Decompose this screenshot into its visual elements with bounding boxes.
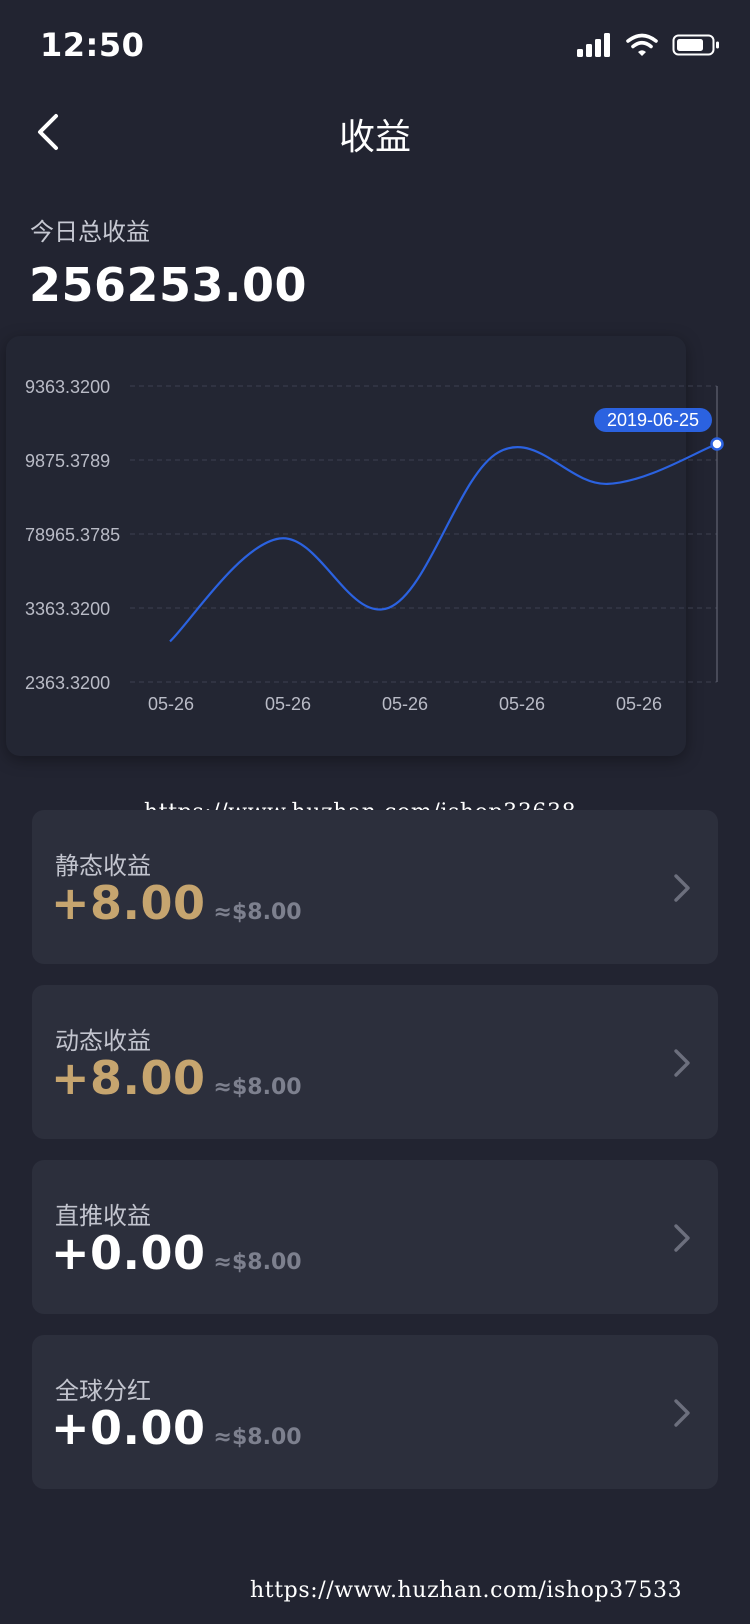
income-line-chart: 9363.3200 9875.3789 78965.3785 3363.3200 236… — [25, 377, 724, 714]
chart-point — [710, 437, 724, 451]
income-approx-usd: ≈$8.00 — [213, 1250, 302, 1275]
income-approx-usd: ≈$8.00 — [213, 1425, 302, 1450]
income-amount: +8.00 — [51, 1051, 206, 1105]
chart-x-tick-label: 05-26 — [265, 694, 311, 714]
income-approx-usd: ≈$8.00 — [213, 1075, 302, 1100]
income-value-row: +0.00 ≈$8.00 — [51, 1226, 302, 1280]
income-amount: +0.00 — [51, 1401, 206, 1455]
chevron-right-icon — [674, 1049, 690, 1077]
income-card-dynamic[interactable]: 动态收益 +8.00 ≈$8.00 — [32, 985, 718, 1139]
income-card-global-dividend[interactable]: 全球分红 +0.00 ≈$8.00 — [32, 1335, 718, 1489]
chart-y-tick-label: 3363.3200 — [25, 599, 110, 619]
chart-x-axis: 05-26 05-26 05-26 05-26 05-26 — [148, 694, 662, 714]
total-income-value: 256253.00 — [29, 258, 308, 312]
income-value-row: +8.00 ≈$8.00 — [51, 1051, 302, 1105]
watermark-bottom: https://www.huzhan.com/ishop37533 — [250, 1578, 683, 1603]
chevron-right-icon — [674, 874, 690, 902]
income-value-row: +0.00 ≈$8.00 — [51, 1401, 302, 1455]
status-icons — [576, 30, 720, 60]
chart-y-axis: 9363.3200 9875.3789 78965.3785 3363.3200 236… — [25, 377, 120, 693]
income-amount: +8.00 — [51, 876, 206, 930]
chart-x-tick-label: 05-26 — [382, 694, 428, 714]
chart-series-line — [169, 442, 718, 643]
income-approx-usd: ≈$8.00 — [213, 900, 302, 925]
battery-icon — [672, 33, 720, 57]
nav-bar: 收益 — [0, 90, 750, 174]
chevron-right-icon — [674, 1224, 690, 1252]
chart-y-tick-label: 78965.3785 — [25, 525, 120, 545]
chart-x-tick-label: 05-26 — [499, 694, 545, 714]
status-time: 12:50 — [40, 26, 145, 64]
cellular-signal-icon — [576, 32, 612, 58]
income-card-static[interactable]: 静态收益 +8.00 ≈$8.00 — [32, 810, 718, 964]
page-title: 收益 — [338, 117, 411, 158]
total-income-label: 今日总收益 — [30, 218, 150, 246]
income-card-direct[interactable]: 直推收益 +0.00 ≈$8.00 — [32, 1160, 718, 1314]
status-bar: 12:50 — [0, 0, 750, 90]
chart-tooltip-text: 2019-06-25 — [607, 410, 699, 430]
chart-points — [710, 437, 724, 451]
chart-y-tick-label: 9875.3789 — [25, 451, 110, 471]
chart-tooltip: 2019-06-25 — [594, 408, 712, 432]
income-page: 12:50 收益 今日总收益 256253.00 9363.3200 9875.… — [0, 0, 750, 1624]
chart-x-tick-label: 05-26 — [148, 694, 194, 714]
chart-x-tick-label: 05-26 — [616, 694, 662, 714]
wifi-icon — [626, 33, 658, 57]
income-amount: +0.00 — [51, 1226, 206, 1280]
chevron-right-icon — [674, 1399, 690, 1427]
chart-y-tick-label: 9363.3200 — [25, 377, 110, 397]
chart-y-tick-label: 2363.3200 — [25, 673, 110, 693]
income-value-row: +8.00 ≈$8.00 — [51, 876, 302, 930]
